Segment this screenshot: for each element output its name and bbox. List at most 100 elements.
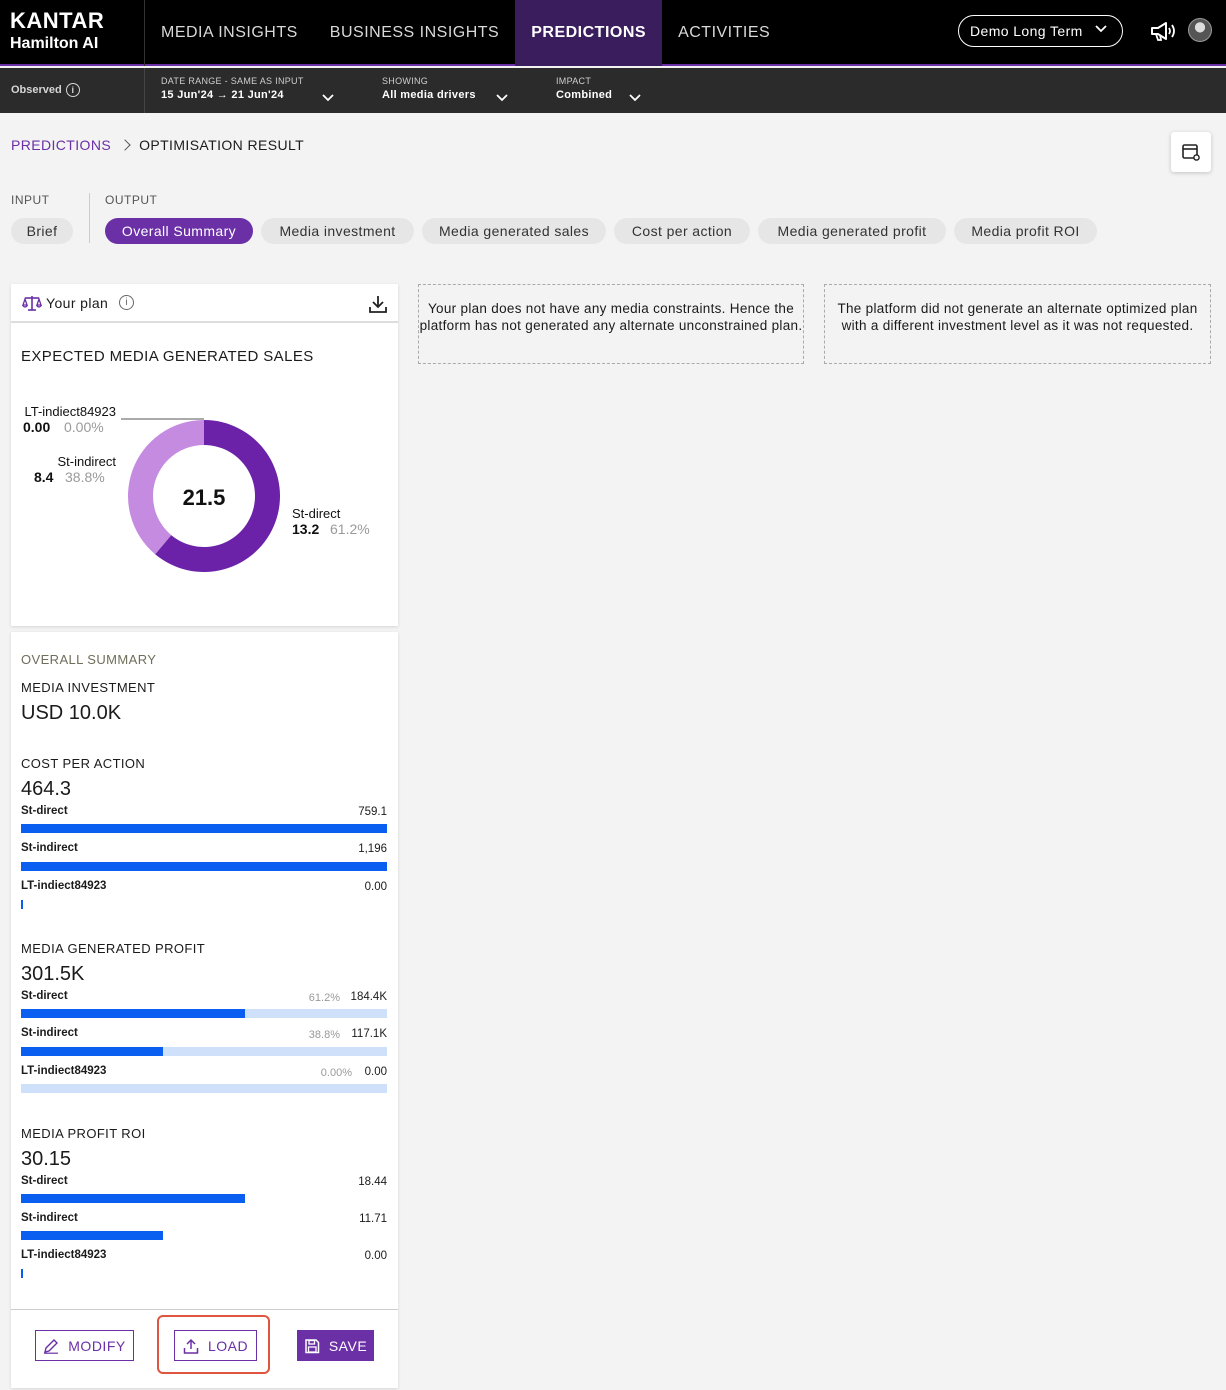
donut-label-lt-name: LT-indiect84923 — [24, 404, 116, 419]
donut-label-st-direct-name: St-direct — [292, 506, 341, 521]
donut-label-st-direct-value: 13.2 — [292, 521, 319, 537]
cpa-row-label: St-direct — [21, 805, 68, 817]
showing-filter[interactable]: SHOWING All media drivers — [382, 76, 508, 102]
donut-label-st-indirect-name: St-indirect — [57, 454, 116, 469]
overall-summary-card: OVERALL SUMMARY MEDIA INVESTMENT USD 10.… — [11, 632, 398, 1388]
media-profit-roi-label: MEDIA PROFIT ROI — [21, 1126, 146, 1141]
roi-row-value: 0.00 — [364, 1250, 387, 1262]
donut-label-st-indirect-value: 8.4 — [34, 469, 54, 485]
modify-button[interactable]: MODIFY — [35, 1330, 134, 1361]
roi-row-label: St-direct — [21, 1175, 68, 1187]
account-name: Demo Long Term — [970, 23, 1083, 39]
donut-total: 21.5 — [183, 485, 226, 510]
chevron-right-icon — [119, 139, 131, 151]
profit-row-pct: 61.2% — [308, 992, 340, 1004]
date-range-value: 15 Jun'24 → 21 Jun'24 — [161, 89, 284, 101]
donut-label-lt-value: 0.00 — [23, 419, 50, 435]
profit-row-pct: 0.00% — [320, 1067, 352, 1079]
profit-bar — [21, 1009, 245, 1018]
media-generated-profit-total: 301.5K — [21, 963, 85, 985]
no-alternate-plan-note: The platform did not generate an alterna… — [824, 284, 1211, 364]
plan-card-header: Your plan i — [11, 284, 398, 323]
cpa-row-value: 0.00 — [364, 881, 387, 893]
showing-value: All media drivers — [382, 89, 476, 101]
plan-title: Your plan — [46, 295, 109, 311]
save-button[interactable]: SAVE — [297, 1330, 374, 1361]
tab-media-investment[interactable]: Media investment — [261, 218, 414, 244]
tab-brief[interactable]: Brief — [11, 218, 73, 244]
profit-row-value: 117.1K — [351, 1028, 387, 1040]
tab-media-generated-sales[interactable]: Media generated sales — [422, 218, 606, 244]
brand-product: Hamilton AI — [10, 35, 99, 52]
input-section-label: INPUT — [11, 193, 50, 207]
profit-row-value: 184.4K — [350, 991, 387, 1003]
profit-bar-track — [21, 1084, 387, 1093]
cpa-row-value: 1,196 — [358, 843, 387, 855]
tab-media-profit-roi[interactable]: Media profit ROI — [954, 218, 1097, 244]
profit-row-label: St-indirect — [21, 1027, 78, 1039]
media-profit-roi-total: 30.15 — [21, 1148, 72, 1170]
donut-label-st-indirect-pct: 38.8% — [65, 469, 105, 485]
observed-text: Observed — [11, 84, 62, 96]
media-investment-value: USD 10.0K — [21, 702, 122, 724]
roi-row-label: St-indirect — [21, 1212, 78, 1224]
impact-filter[interactable]: IMPACT Combined — [556, 76, 641, 102]
nav-activities[interactable]: ACTIVITIES — [662, 0, 786, 66]
roi-bar — [21, 1269, 23, 1278]
summary-heading: OVERALL SUMMARY — [21, 652, 157, 667]
tab-cost-per-action[interactable]: Cost per action — [614, 218, 750, 244]
nav-business-insights[interactable]: BUSINESS INSIGHTS — [314, 0, 515, 66]
impact-label: IMPACT — [556, 76, 592, 86]
save-icon — [305, 1338, 320, 1353]
table-settings-button[interactable] — [1171, 132, 1211, 172]
tab-overall-summary[interactable]: Overall Summary — [105, 218, 253, 244]
megaphone-icon[interactable] — [1150, 20, 1176, 42]
user-avatar[interactable] — [1188, 18, 1212, 42]
cpa-bar — [21, 824, 387, 833]
brand-name: KANTAR — [10, 8, 105, 33]
showing-label: SHOWING — [382, 76, 429, 86]
profit-row-label: St-direct — [21, 990, 68, 1002]
cpa-row-label: LT-indiect84923 — [21, 880, 107, 892]
roi-row-label: LT-indiect84923 — [21, 1249, 107, 1261]
account-selector[interactable]: Demo Long Term — [958, 15, 1123, 47]
plan-card: Your plan i EXPECTED MEDIA GENERATED SAL… — [11, 284, 398, 626]
no-constraints-note: Your plan does not have any media constr… — [418, 284, 804, 364]
cpa-bar — [21, 900, 23, 909]
balance-scale-icon — [22, 296, 42, 311]
save-label: SAVE — [328, 1337, 368, 1354]
cpa-row-value: 759.1 — [358, 806, 387, 818]
chevron-down-icon — [1095, 25, 1107, 33]
top-nav-bar: KANTAR Hamilton AI MEDIA INSIGHTS BUSINE… — [0, 0, 1226, 66]
chevron-down-icon — [496, 94, 508, 102]
profit-row-pct: 38.8% — [308, 1029, 340, 1041]
donut-label-st-direct-pct: 61.2% — [330, 521, 370, 537]
sales-donut-chart: 21.5 LT-indiect84923 0.00 0.00% St-indir… — [23, 404, 370, 572]
roi-row-value: 18.44 — [358, 1176, 387, 1188]
profit-row-label: LT-indiect84923 — [21, 1065, 107, 1077]
brand-logo[interactable]: KANTAR Hamilton AI — [0, 0, 145, 66]
observed-label: Observed i — [0, 68, 145, 113]
info-icon[interactable]: i — [65, 83, 80, 97]
load-button-highlight — [157, 1315, 270, 1374]
breadcrumb-current: OPTIMISATION RESULT — [139, 137, 305, 153]
output-section-label: OUTPUT — [105, 193, 158, 207]
info-icon[interactable]: i — [119, 295, 134, 310]
nav-media-insights[interactable]: MEDIA INSIGHTS — [145, 0, 314, 66]
roi-bar — [21, 1194, 245, 1203]
date-range-label: DATE RANGE - SAME AS INPUT — [161, 76, 304, 86]
breadcrumb: PREDICTIONS OPTIMISATION RESULT — [11, 137, 304, 153]
cost-per-action-total: 464.3 — [21, 778, 72, 800]
cost-per-action-label: COST PER ACTION — [21, 756, 146, 771]
filter-bar: Observed i DATE RANGE - SAME AS INPUT 15 … — [0, 68, 1226, 113]
nav-predictions[interactable]: PREDICTIONS — [515, 0, 663, 66]
roi-bar — [21, 1231, 163, 1240]
profit-row-value: 0.00 — [364, 1066, 387, 1078]
tab-media-generated-profit[interactable]: Media generated profit — [758, 218, 946, 244]
footer-divider — [11, 1309, 398, 1310]
modify-label: MODIFY — [68, 1337, 126, 1354]
breadcrumb-predictions[interactable]: PREDICTIONS — [11, 137, 111, 153]
download-icon[interactable] — [368, 294, 388, 314]
date-range-filter[interactable]: DATE RANGE - SAME AS INPUT 15 Jun'24 → 2… — [161, 76, 334, 102]
chart-title: EXPECTED MEDIA GENERATED SALES — [21, 348, 314, 365]
